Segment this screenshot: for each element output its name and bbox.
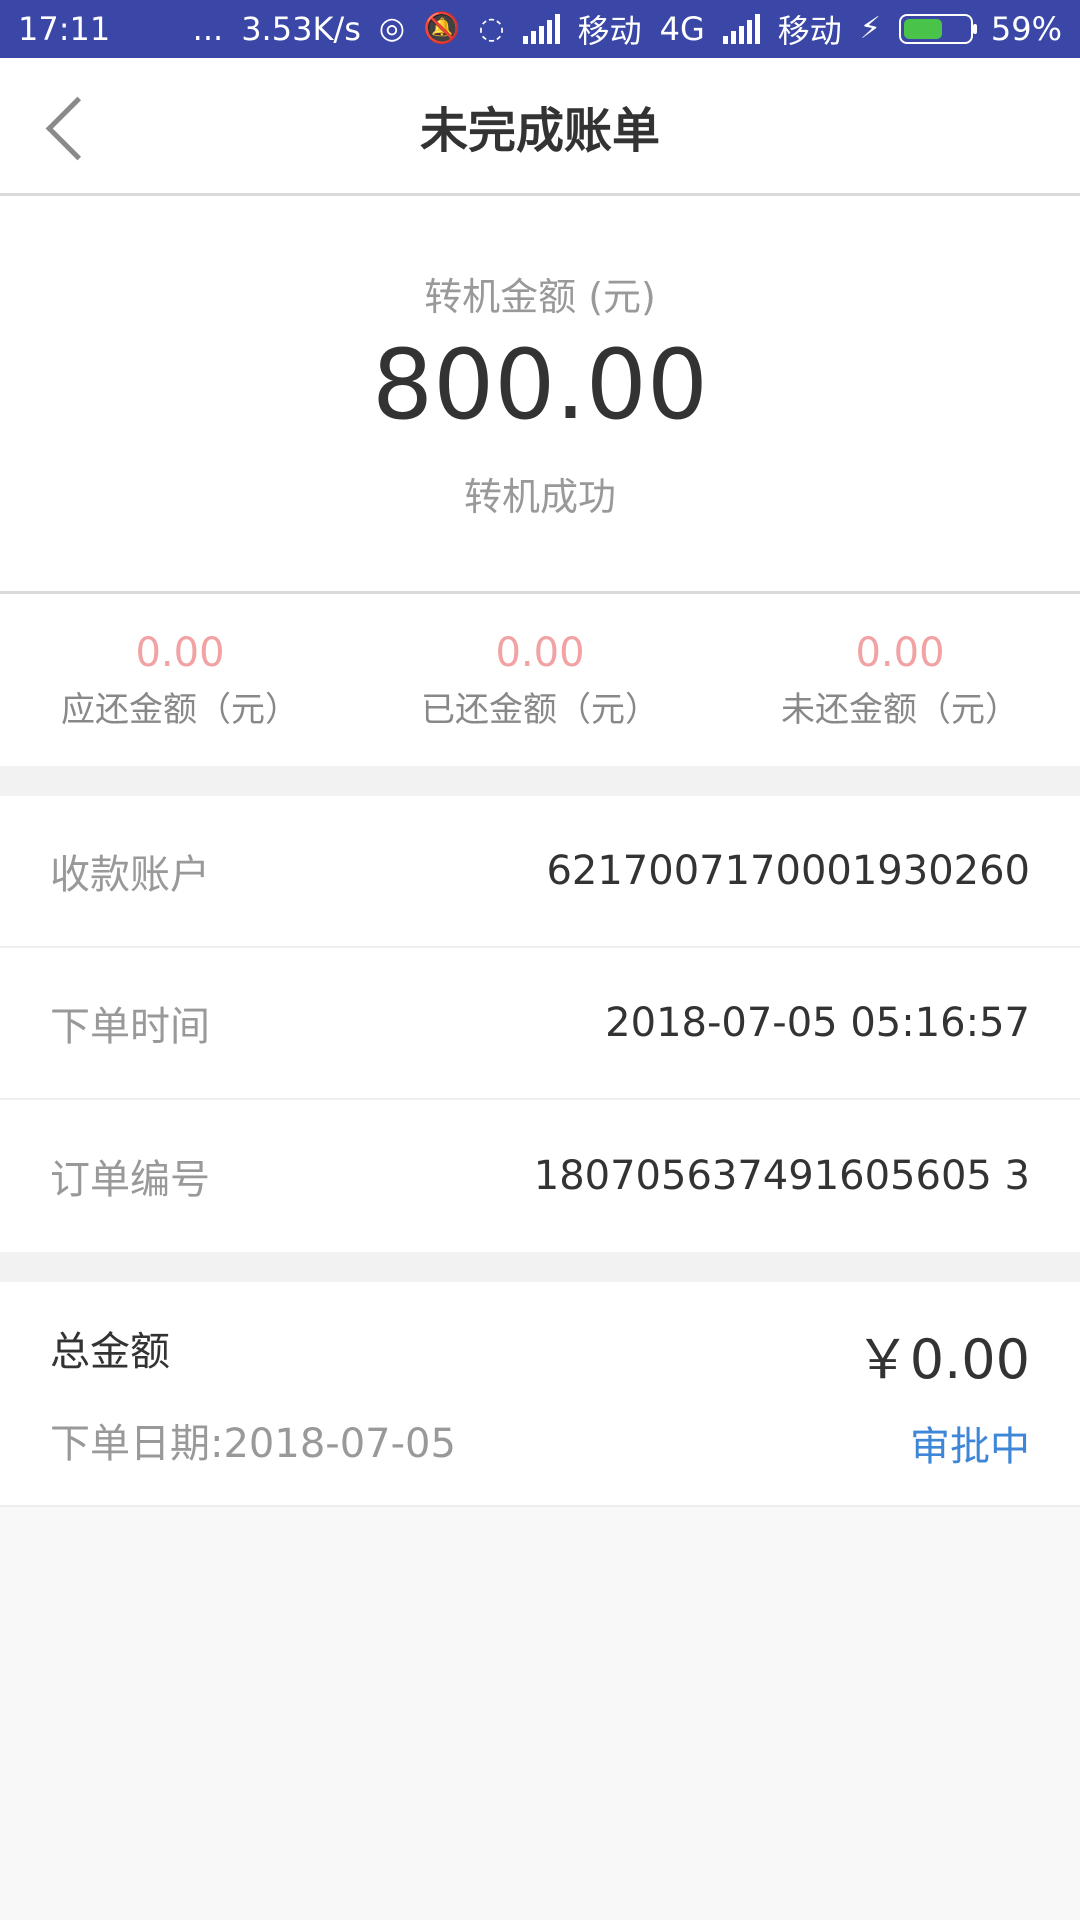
total-label: 总金额: [50, 1328, 170, 1375]
section-gap: [0, 766, 1080, 796]
stat-label: 已还金额（元）: [421, 689, 659, 730]
battery-fill: [903, 19, 942, 39]
app-bar: 未完成账单: [0, 58, 1080, 196]
transfer-status: 转机成功: [463, 475, 616, 520]
status-right: ... 3.53K/s ◎ 🔕 ◌ 移动 4G 移动 ⚡ 59%: [193, 6, 1062, 52]
page-title: 未完成账单: [419, 102, 660, 159]
hotspot-icon: ◎: [378, 11, 406, 46]
info-value: 2018-07-05 05:16:57: [605, 1000, 1030, 1046]
info-label: 订单编号: [50, 1157, 210, 1203]
order-info: 收款账户 6217007170001930260 下单时间 2018-07-05…: [0, 796, 1080, 1252]
signal-icon-2: [722, 14, 760, 44]
repayment-stats: 0.00 应还金额（元） 0.00 已还金额（元） 0.00 未还金额（元）: [0, 594, 1080, 766]
charging-icon: ⚡: [859, 11, 881, 46]
transfer-summary: 转机金额 (元) 800.00 转机成功: [0, 196, 1080, 594]
transfer-amount: 800.00: [372, 328, 708, 441]
carrier-1: 移动: [577, 12, 642, 50]
total-left: 总金额 下单日期:2018-07-05: [50, 1282, 456, 1505]
mute-icon: 🔕: [423, 11, 461, 46]
info-row-time: 下单时间 2018-07-05 05:16:57: [0, 948, 1080, 1100]
info-value: 6217007170001930260: [546, 848, 1030, 894]
total-section: 总金额 下单日期:2018-07-05 ￥0.00 审批中: [0, 1282, 1080, 1507]
status-left: 17:11: [18, 10, 110, 48]
battery-percent: 59%: [990, 10, 1062, 48]
stat-due: 0.00 应还金额（元）: [0, 630, 360, 731]
status-time: 17:11: [18, 10, 111, 48]
wifi-icon: ◌: [478, 11, 505, 46]
stat-value: 0.00: [495, 629, 585, 676]
info-label: 收款账户: [50, 852, 210, 898]
stat-label: 应还金额（元）: [61, 689, 299, 730]
carrier-2: 移动: [777, 12, 842, 50]
info-row-order-number: 订单编号 180705637491605605 3: [0, 1100, 1080, 1252]
order-date: 下单日期:2018-07-05: [50, 1420, 456, 1467]
stat-repaid: 0.00 已还金额（元）: [360, 630, 720, 731]
info-label: 下单时间: [50, 1004, 210, 1050]
battery-icon: [898, 14, 977, 44]
section-gap: [0, 1252, 1080, 1282]
network-type: 4G: [659, 10, 705, 48]
info-value: 180705637491605605 3: [533, 1153, 1030, 1199]
approval-status: 审批中: [910, 1424, 1030, 1470]
back-icon[interactable]: [45, 96, 110, 160]
stat-value: 0.00: [855, 629, 945, 676]
transfer-amount-label: 转机金额 (元): [424, 274, 656, 319]
stat-label: 未还金额（元）: [781, 689, 1019, 730]
info-row-account: 收款账户 6217007170001930260: [0, 796, 1080, 948]
signal-icon: [522, 14, 560, 44]
stat-outstanding: 0.00 未还金额（元）: [720, 630, 1080, 731]
network-speed: 3.53K/s: [241, 10, 361, 48]
status-dots: ...: [192, 10, 224, 48]
stat-value: 0.00: [135, 629, 225, 676]
status-bar: 17:11 ... 3.53K/s ◎ 🔕 ◌ 移动 4G 移动 ⚡ 59%: [0, 0, 1080, 58]
total-amount: ￥0.00: [855, 1328, 1030, 1391]
total-right: ￥0.00 审批中: [856, 1282, 1030, 1505]
